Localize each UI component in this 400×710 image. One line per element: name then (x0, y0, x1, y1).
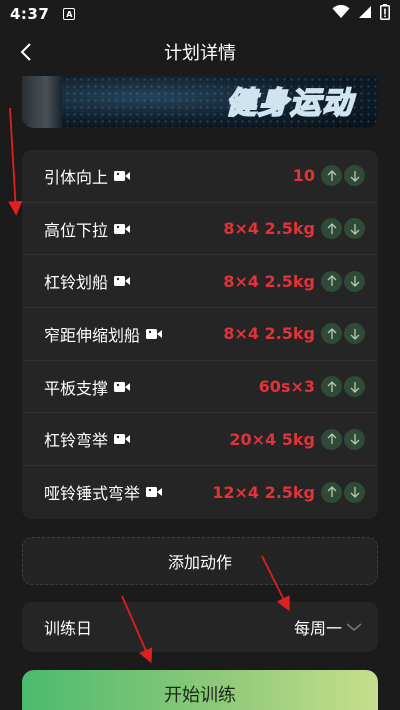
exercise-name: 窄距伸缩划船 (44, 325, 141, 345)
video-icon[interactable] (114, 381, 131, 393)
exercise-row[interactable]: 哑铃锤式弯举 12×4 2.5kg (22, 466, 378, 519)
notification-icon: A (63, 8, 76, 20)
exercise-amount: 20×4 5kg (229, 429, 315, 449)
exercise-name: 哑铃锤式弯举 (44, 484, 141, 504)
exercise-amount: 10 (292, 166, 315, 186)
arrow-down-icon (350, 328, 359, 340)
move-up-button[interactable] (321, 270, 342, 292)
exercise-name: 杠铃划船 (44, 273, 109, 293)
page-title: 计划详情 (164, 43, 236, 64)
arrow-up-icon (327, 327, 336, 339)
exercise-amount: 8×4 2.5kg (223, 324, 315, 344)
start-training-button[interactable]: 开始训练 (22, 670, 378, 710)
move-down-button[interactable] (344, 323, 365, 345)
arrow-up-icon (327, 433, 336, 445)
exercise-name: 平板支撑 (44, 378, 109, 398)
move-down-button[interactable] (344, 165, 365, 187)
annotation-arrow (8, 107, 23, 216)
banner-figure (22, 76, 62, 128)
arrow-up-icon (327, 169, 336, 181)
arrow-down-icon (350, 170, 359, 182)
exercise-name: 高位下拉 (44, 220, 109, 240)
move-down-button[interactable] (344, 376, 365, 398)
arrow-down-icon (350, 381, 359, 393)
training-day-select[interactable]: 每周一 (294, 615, 342, 639)
video-icon[interactable] (114, 275, 131, 287)
video-icon[interactable] (146, 486, 163, 498)
signal-icon (358, 5, 372, 23)
arrow-down-icon (350, 487, 359, 499)
move-up-button[interactable] (321, 323, 342, 345)
status-bar: 4:37 A (0, 0, 400, 28)
exercise-name: 杠铃弯举 (44, 431, 109, 451)
add-action-button[interactable]: 添加动作 (22, 537, 378, 585)
chevron-down-icon (346, 622, 362, 632)
chevron-left-icon (20, 43, 31, 61)
status-icons (332, 4, 390, 24)
move-down-button[interactable] (344, 218, 365, 240)
arrow-down-icon (350, 434, 359, 446)
move-up-button[interactable] (321, 428, 342, 450)
exercise-row[interactable]: 窄距伸缩划船 8×4 2.5kg (22, 308, 378, 361)
training-day-label: 训练日 (44, 619, 93, 638)
move-down-button[interactable] (344, 481, 365, 503)
header: 计划详情 (0, 28, 400, 76)
exercise-row[interactable]: 杠铃弯举 20×4 5kg (22, 413, 378, 467)
exercise-amount: 12×4 2.5kg (212, 482, 315, 502)
back-button[interactable] (12, 38, 40, 66)
move-up-button[interactable] (321, 165, 342, 187)
wifi-icon (332, 4, 350, 23)
exercise-row[interactable]: 高位下拉 8×4 2.5kg (22, 203, 378, 256)
plan-banner: 健身运动 (22, 76, 378, 128)
exercise-row[interactable]: 杠铃划船 8×4 2.5kg (22, 255, 378, 309)
banner-text: 健身运动 (225, 85, 354, 122)
battery-icon (380, 4, 390, 24)
exercise-amount: 8×4 2.5kg (223, 219, 315, 239)
move-up-button[interactable] (321, 218, 342, 240)
arrow-down-icon (350, 276, 359, 288)
move-up-button[interactable] (321, 376, 342, 398)
arrow-down-icon (350, 223, 359, 235)
exercise-row[interactable]: 平板支撑 60s×3 (22, 361, 378, 414)
status-time: 4:37 (10, 5, 50, 23)
video-icon[interactable] (114, 433, 131, 445)
video-icon[interactable] (146, 328, 163, 340)
arrow-up-icon (327, 222, 336, 234)
move-down-button[interactable] (344, 428, 365, 450)
arrow-up-icon (327, 486, 336, 498)
arrow-up-icon (327, 380, 336, 392)
video-icon[interactable] (114, 223, 131, 235)
arrow-up-icon (327, 275, 336, 287)
exercise-name: 引体向上 (44, 167, 109, 187)
exercise-list: 引体向上 10 高位下拉 8×4 2.5kg 杠铃划船 8×4 2.5kg 窄距伸缩划船 8×… (22, 150, 378, 519)
training-day-row[interactable]: 训练日 每周一 (22, 602, 378, 652)
exercise-amount: 60s×3 (258, 377, 315, 397)
exercise-row[interactable]: 引体向上 10 (22, 150, 378, 203)
exercise-amount: 8×4 2.5kg (223, 271, 315, 291)
move-down-button[interactable] (344, 270, 365, 292)
video-icon[interactable] (114, 170, 131, 182)
move-up-button[interactable] (321, 481, 342, 503)
